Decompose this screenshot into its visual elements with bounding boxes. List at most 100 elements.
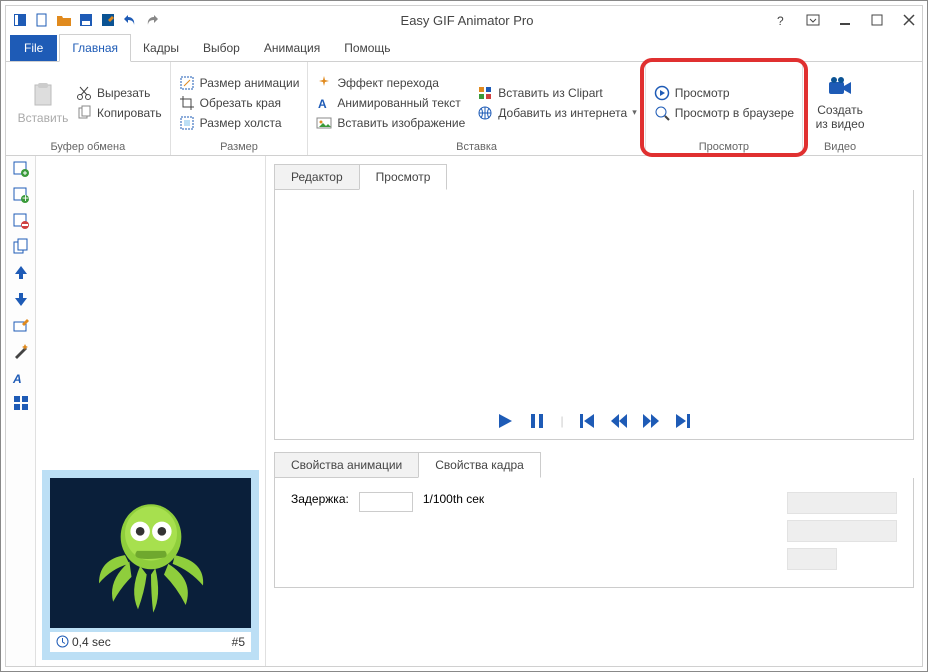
preview-label: Просмотр xyxy=(675,86,730,100)
clipart-button[interactable]: Вставить из Clipart xyxy=(477,85,636,101)
svg-text:?: ? xyxy=(777,14,784,27)
crop-button[interactable]: Обрезать края xyxy=(179,95,300,111)
insert-image-button[interactable]: Вставить изображение xyxy=(316,115,465,131)
svg-text:+: + xyxy=(22,191,29,204)
first-frame-icon[interactable] xyxy=(578,412,596,430)
anim-size-button[interactable]: Размер анимации xyxy=(179,75,300,91)
tab-frame-props[interactable]: Свойства кадра xyxy=(418,452,541,478)
video-camera-icon xyxy=(826,74,854,102)
prop-button-1[interactable] xyxy=(787,492,897,514)
copy-icon xyxy=(76,105,92,121)
play-circle-icon xyxy=(654,85,670,101)
anim-size-label: Размер анимации xyxy=(200,76,300,90)
file-tab[interactable]: File xyxy=(10,35,57,61)
prev-frame-icon[interactable] xyxy=(610,412,628,430)
frame-image xyxy=(50,478,251,628)
tab-editor[interactable]: Редактор xyxy=(274,164,360,190)
help-icon[interactable]: ? xyxy=(774,13,788,27)
editor-tabs: Редактор Просмотр xyxy=(274,164,914,190)
undo-icon[interactable] xyxy=(122,12,138,28)
canvas-size-button[interactable]: Размер холста xyxy=(179,115,300,131)
copy-label: Копировать xyxy=(97,106,162,120)
quick-access-toolbar xyxy=(12,12,160,28)
internet-label: Добавить из интернета xyxy=(498,106,627,120)
app-icon xyxy=(12,12,28,28)
copy-button[interactable]: Копировать xyxy=(76,105,162,121)
save-icon[interactable] xyxy=(78,12,94,28)
tool-text-icon[interactable]: A xyxy=(12,368,30,386)
resize-icon xyxy=(179,75,195,91)
tab-selection[interactable]: Выбор xyxy=(191,35,252,61)
preview-panel: | xyxy=(274,190,914,440)
frame-thumbnail[interactable]: 0,4 sec #5 xyxy=(42,470,259,660)
tool-wand-icon[interactable] xyxy=(12,342,30,360)
tool-delete-frame-icon[interactable] xyxy=(12,212,30,230)
create-from-video-button[interactable]: Создать из видео xyxy=(811,66,869,139)
transition-button[interactable]: Эффект перехода xyxy=(316,75,465,91)
ribbon-toggle-icon[interactable] xyxy=(806,13,820,27)
tool-edit-icon[interactable] xyxy=(12,316,30,334)
frame-duration-value: 0,4 sec xyxy=(72,635,111,649)
scissors-icon xyxy=(76,85,92,101)
save-as-icon[interactable] xyxy=(100,12,116,28)
property-buttons xyxy=(787,492,897,570)
browser-preview-button[interactable]: Просмотр в браузере xyxy=(654,105,794,121)
play-icon[interactable] xyxy=(496,412,514,430)
globe-icon xyxy=(477,105,493,121)
create-video-label: Создать из видео xyxy=(811,104,869,130)
left-toolbar: + A xyxy=(6,156,36,666)
tab-frames[interactable]: Кадры xyxy=(131,35,191,61)
main-panel: Редактор Просмотр | xyxy=(266,156,922,666)
crop-label: Обрезать края xyxy=(200,96,281,110)
tool-move-down-icon[interactable] xyxy=(12,290,30,308)
group-insert-label: Вставка xyxy=(316,139,636,153)
last-frame-icon[interactable] xyxy=(674,412,692,430)
ribbon-tab-strip: File Главная Кадры Выбор Анимация Помощь xyxy=(6,34,922,62)
tab-preview[interactable]: Просмотр xyxy=(359,164,448,190)
minimize-icon[interactable] xyxy=(838,13,852,27)
tool-add-frame-icon[interactable] xyxy=(12,160,30,178)
pause-icon[interactable] xyxy=(528,412,546,430)
separator: | xyxy=(560,414,563,428)
delay-input[interactable] xyxy=(359,492,413,512)
insert-image-label: Вставить изображение xyxy=(337,116,465,130)
svg-text:A: A xyxy=(318,97,327,111)
group-preview-label: Просмотр xyxy=(654,139,794,153)
anim-text-button[interactable]: A Анимированный текст xyxy=(316,95,465,111)
window-title: Easy GIF Animator Pro xyxy=(160,13,774,28)
tab-help[interactable]: Помощь xyxy=(332,35,402,61)
tool-grid-icon[interactable] xyxy=(12,394,30,412)
frames-column: 0,4 sec #5 xyxy=(36,156,266,666)
paste-button[interactable]: Вставить xyxy=(14,66,72,139)
prop-button-2[interactable] xyxy=(787,520,897,542)
prop-button-3[interactable] xyxy=(787,548,837,570)
frame-duration: 0,4 sec xyxy=(56,635,111,649)
paste-icon xyxy=(29,81,57,109)
new-icon[interactable] xyxy=(34,12,50,28)
maximize-icon[interactable] xyxy=(870,13,884,27)
canvas-size-label: Размер холста xyxy=(200,116,282,130)
tab-home[interactable]: Главная xyxy=(59,34,131,62)
tool-insert-frame-icon[interactable]: + xyxy=(12,186,30,204)
group-clipboard-label: Буфер обмена xyxy=(14,139,162,153)
redo-icon[interactable] xyxy=(144,12,160,28)
cut-button[interactable]: Вырезать xyxy=(76,85,162,101)
preview-canvas xyxy=(275,190,913,403)
sparkle-icon xyxy=(316,75,332,91)
group-insert: Эффект перехода A Анимированный текст Вс… xyxy=(308,62,645,155)
tool-move-up-icon[interactable] xyxy=(12,264,30,282)
paste-label: Вставить xyxy=(18,111,69,125)
close-icon[interactable] xyxy=(902,13,916,27)
preview-button[interactable]: Просмотр xyxy=(654,85,794,101)
next-frame-icon[interactable] xyxy=(642,412,660,430)
tab-anim-props[interactable]: Свойства анимации xyxy=(274,452,419,478)
group-size: Размер анимации Обрезать края Размер хол… xyxy=(171,62,309,155)
dropdown-icon: ▾ xyxy=(632,107,637,118)
internet-button[interactable]: Добавить из интернета ▾ xyxy=(477,105,636,121)
open-icon[interactable] xyxy=(56,12,72,28)
cut-label: Вырезать xyxy=(97,86,150,100)
frame-info-bar: 0,4 sec #5 xyxy=(50,632,251,652)
properties-tabs: Свойства анимации Свойства кадра xyxy=(274,452,914,478)
tab-animation[interactable]: Анимация xyxy=(252,35,332,61)
tool-duplicate-icon[interactable] xyxy=(12,238,30,256)
